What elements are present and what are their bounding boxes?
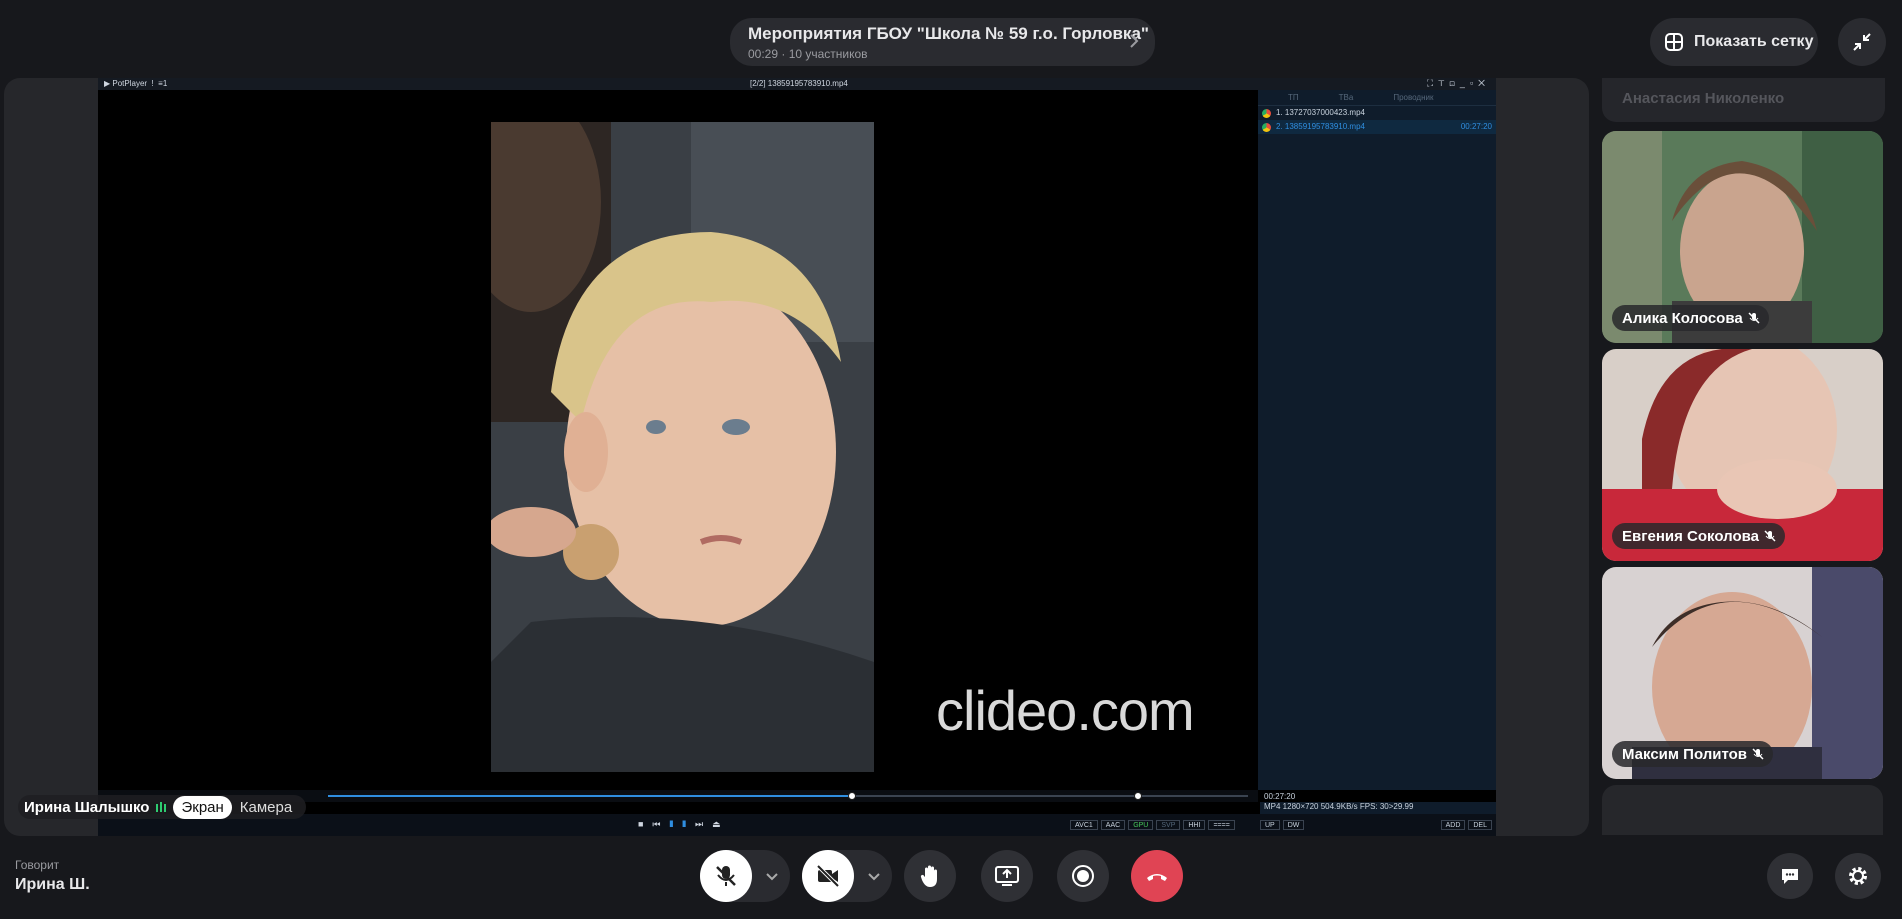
mic-active-icon — [156, 802, 167, 812]
grid-icon — [1665, 33, 1683, 51]
playlist-tab[interactable]: ТВа — [1339, 93, 1354, 102]
collapse-icon — [1853, 33, 1871, 51]
seek-progress — [328, 795, 853, 797]
meeting-title: Мероприятия ГБОУ "Школа № 59 г.о. Горлов… — [748, 24, 1149, 43]
hang-up-icon — [1147, 874, 1167, 881]
view-toggle: Экран Камера — [173, 795, 300, 819]
player-brand: ▶ PotPlayer ! ≡1 — [104, 79, 168, 88]
share-screen-button[interactable] — [981, 850, 1033, 902]
video-call-app: Мероприятия ГБОУ "Школа № 59 г.о. Горлов… — [0, 0, 1902, 919]
media-info: MP4 1280×720 504.9KB/s FPS: 30>29.99 — [1260, 802, 1496, 814]
speaking-label: Говорит — [15, 858, 60, 872]
screen-toggle[interactable]: Экран — [173, 795, 232, 819]
video-frame — [491, 122, 874, 772]
player-titlebar: ▶ PotPlayer ! ≡1 [2/2] 13859195783910.mp… — [98, 78, 1496, 90]
seek-bar[interactable] — [328, 792, 1248, 800]
chat-button[interactable] — [1767, 853, 1813, 899]
record-icon — [1072, 865, 1094, 887]
participant-tile-partial[interactable]: Анастасия Николенко — [1602, 78, 1885, 122]
playlist-edit-buttons: ADD DEL — [1440, 820, 1492, 830]
gear-icon — [1849, 867, 1867, 885]
camera-off-icon — [816, 864, 840, 888]
camera-toggle[interactable]: Камера — [232, 796, 300, 819]
participant-label: Евгения Соколова — [1612, 523, 1785, 549]
participant-tile[interactable]: Максим Политов — [1602, 567, 1883, 779]
hand-icon — [920, 865, 937, 887]
camera-toggle-button[interactable] — [802, 850, 854, 902]
end-call-button[interactable] — [1131, 850, 1183, 902]
player-controls: ■⏮❚❚⏭⏏ AVC1 AAC GPU SVP HHI ==== UP DW A… — [98, 814, 1496, 836]
show-grid-label: Показать сетку — [1694, 33, 1814, 50]
participant-label: Алика Колосова — [1612, 305, 1769, 331]
speaking-name: Ирина Ш. — [15, 876, 90, 893]
record-button[interactable] — [1057, 850, 1109, 902]
media-icon — [1262, 109, 1271, 118]
playlist-move-buttons: UP DW — [1260, 820, 1305, 830]
presenter-label: Ирина Шалышко Экран Камера — [18, 795, 307, 819]
mic-muted-icon — [1748, 312, 1760, 324]
meeting-subtitle: 00:29 · 10 участников — [748, 47, 868, 61]
shared-screen: ▶ PotPlayer ! ≡1 [2/2] 13859195783910.mp… — [4, 78, 1589, 836]
chevron-down-icon[interactable] — [866, 868, 882, 884]
seek-handle[interactable] — [848, 792, 857, 800]
settings-button[interactable] — [1835, 853, 1881, 899]
playlist-panel: ТП ТВа Проводник 1. 13727037000423.mp4 2… — [1258, 90, 1496, 790]
video-watermark: clideo.com — [936, 679, 1195, 742]
participant-name: Анастасия Николенко — [1622, 90, 1785, 107]
transport-buttons[interactable]: ■⏮❚❚⏭⏏ — [638, 819, 730, 830]
playback-time: 00:27:20 — [1264, 792, 1296, 801]
chevron-down-icon[interactable] — [764, 868, 780, 884]
mic-muted-icon — [1752, 748, 1764, 760]
playlist-tabs: ТП ТВа Проводник — [1258, 90, 1496, 106]
playlist-item[interactable]: 1. 13727037000423.mp4 — [1258, 106, 1496, 120]
playlist-item-active[interactable]: 2. 13859195783910.mp4 00:27:20 — [1258, 120, 1496, 134]
player-filename: [2/2] 13859195783910.mp4 — [750, 79, 848, 88]
volume-handle[interactable] — [1133, 792, 1142, 800]
minimize-button[interactable] — [1838, 18, 1886, 66]
participant-tile-partial[interactable] — [1602, 785, 1883, 835]
playlist-tab[interactable]: Проводник — [1393, 93, 1433, 102]
chat-icon — [1782, 869, 1798, 884]
codec-badges: AVC1 AAC GPU SVP HHI ==== — [1070, 820, 1235, 830]
media-icon — [1262, 123, 1271, 132]
show-grid-button[interactable]: Показать сетку — [1650, 18, 1818, 66]
participant-tile[interactable]: Алика Колосова — [1602, 131, 1883, 343]
meeting-info[interactable]: Мероприятия ГБОУ "Школа № 59 г.о. Горлов… — [730, 18, 1155, 66]
mic-toggle-button[interactable] — [700, 850, 752, 902]
presenter-name: Ирина Шалышко — [24, 798, 150, 816]
speaking-indicator: Говорит Ирина Ш. — [15, 858, 90, 894]
share-screen-icon — [995, 866, 1019, 886]
chevron-right-icon — [1130, 34, 1139, 48]
video-content — [491, 122, 874, 772]
participant-tile[interactable]: Евгения Соколова — [1602, 349, 1883, 561]
mic-off-icon — [716, 866, 736, 886]
mic-muted-icon — [1764, 530, 1776, 542]
window-controls: ⛶⊤⊡_▫✕ — [1426, 78, 1490, 88]
playlist-tab[interactable]: ТП — [1288, 93, 1299, 102]
participant-label: Максим Политов — [1612, 741, 1774, 767]
potplayer-window: ▶ PotPlayer ! ≡1 [2/2] 13859195783910.mp… — [98, 78, 1496, 836]
raise-hand-button[interactable] — [904, 850, 956, 902]
